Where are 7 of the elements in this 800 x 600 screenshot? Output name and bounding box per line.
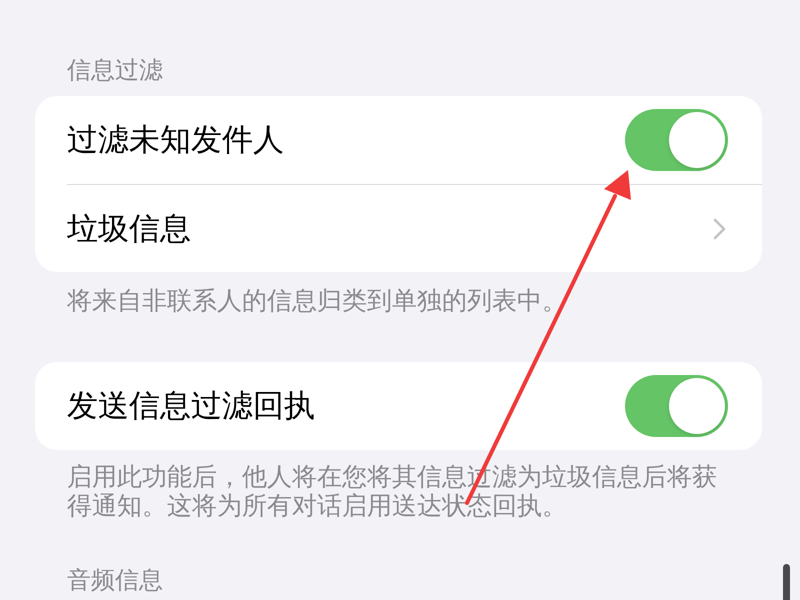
scroll-indicator (783, 564, 790, 600)
section-footer: 将来自非联系人的信息归类到单独的列表中。 (67, 286, 732, 315)
row-label: 过滤未知发件人 (67, 121, 284, 160)
chevron-icon (713, 218, 726, 240)
row-label: 发送信息过滤回执 (67, 387, 315, 426)
section-header: 信息过滤 (67, 55, 163, 85)
section-header: 音频信息 (67, 565, 163, 595)
